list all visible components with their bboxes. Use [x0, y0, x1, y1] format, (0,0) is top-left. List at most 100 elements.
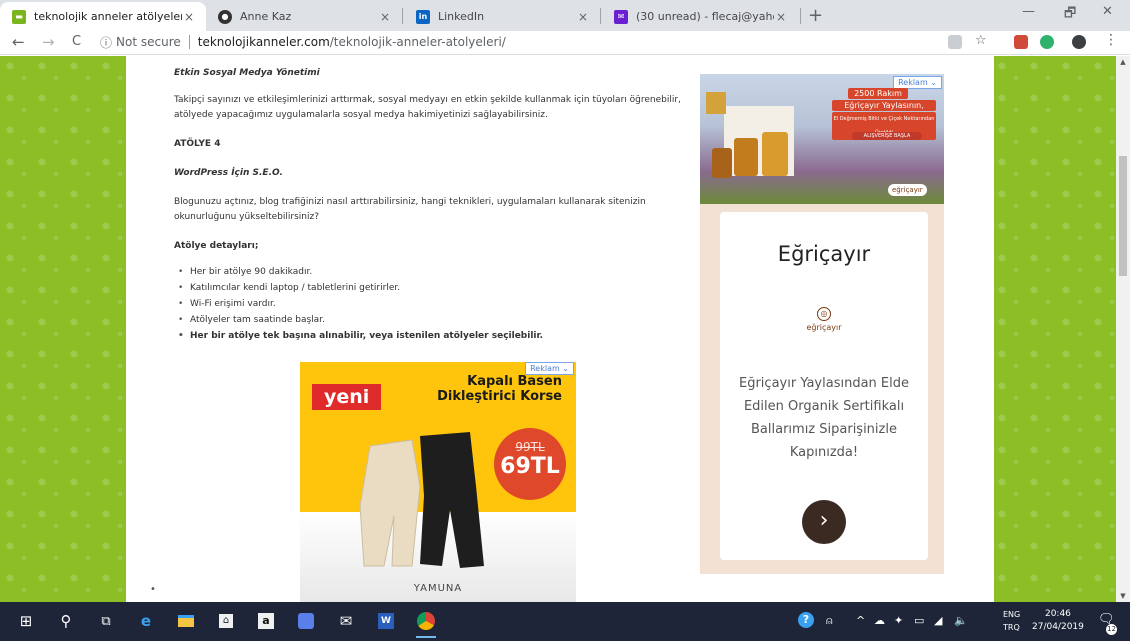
extension-green-icon[interactable] [1040, 35, 1054, 49]
tab-close-icon[interactable]: × [576, 10, 590, 24]
logo-text: eğriçayır [806, 323, 842, 332]
mail-icon[interactable]: ✉ [334, 610, 358, 632]
tab-strip: ▬ teknolojik anneler atölyeleri × ● Anne… [0, 0, 1130, 31]
show-hidden-icons-icon[interactable]: ^ [856, 614, 865, 627]
social-media-paragraph: Takipçi sayınızı ve etkileşimlerinizi ar… [174, 95, 681, 120]
article-body: Etkin Sosyal Medya Yönetimi Takipçi sayı… [174, 66, 694, 344]
clock-date: 27/04/2019 [1032, 622, 1084, 632]
banner-headline: Eğriçayır Yaylasının, [832, 100, 936, 111]
notification-count: 12 [1106, 624, 1117, 635]
scroll-up-arrow-icon[interactable]: ▲ [1116, 58, 1130, 66]
tab-divider [600, 8, 601, 24]
ad-title: Kapalı Basen Dikleştirici Korse [437, 374, 562, 404]
price-badge: 99TL 69TL [494, 428, 566, 500]
menu-kebab-icon[interactable]: ⋮ [1104, 32, 1118, 48]
banner-altitude: 2500 Rakım [848, 88, 908, 99]
people-icon[interactable]: ⍝ [826, 614, 833, 628]
language-indicator[interactable]: ENG TRQ [1003, 608, 1020, 634]
clock-time: 20:46 [1044, 609, 1071, 619]
forward-button[interactable]: → [42, 33, 55, 51]
tab-close-icon[interactable]: × [182, 10, 196, 24]
restore-button[interactable]: 🗗 [1064, 4, 1076, 26]
shop-now-button[interactable]: ALIŞVERİŞE BAŞLA [852, 132, 922, 140]
tab-anne-kaz[interactable]: ● Anne Kaz × [206, 2, 402, 31]
scrollbar-thumb[interactable] [1119, 156, 1127, 276]
teams-icon[interactable] [294, 610, 318, 632]
dropbox-icon[interactable]: ✦ [894, 614, 903, 627]
brand-logo: ◎ eğriçayır [720, 307, 928, 332]
details-list: Her bir atölye 90 dakikadır. Katılımcıla… [178, 264, 694, 344]
tab-teknolojik-anneler[interactable]: ▬ teknolojik anneler atölyeleri × [0, 2, 206, 31]
bookmark-star-icon[interactable]: ☆ [975, 33, 989, 48]
volume-icon[interactable]: 🔈 [954, 614, 968, 627]
honey-advertisement[interactable]: Reklam ⌄ 2500 Rakım Eğriçayır Yaylasının… [700, 74, 944, 574]
content-column: Etkin Sosyal Medya Yönetimi Takipçi sayı… [126, 56, 994, 602]
back-button[interactable]: ← [12, 33, 25, 51]
workshop-heading: ATÖLYE 4 [174, 139, 221, 149]
clock[interactable]: 20:46 27/04/2019 [1032, 608, 1084, 634]
language-primary: ENG [1003, 610, 1021, 619]
old-price: 99TL [515, 440, 545, 454]
task-view-icon[interactable]: ⧉ [94, 610, 118, 632]
honey-banner-image: Reklam ⌄ 2500 Rakım Eğriçayır Yaylasının… [700, 74, 944, 204]
tab-divider [800, 8, 801, 24]
info-icon[interactable]: ⓘ [100, 34, 112, 51]
security-indicator: Not secure [116, 35, 181, 49]
tab-close-icon[interactable]: × [378, 10, 392, 24]
tab-title: Anne Kaz [240, 10, 292, 23]
anne-kaz-favicon-icon: ● [218, 9, 232, 24]
page-scrollbar[interactable]: ▲ ▼ [1116, 56, 1130, 602]
banner-logo: eğriçayır [888, 184, 927, 196]
reload-button[interactable]: C [72, 34, 81, 49]
honey-logo-icon: ◎ [817, 307, 831, 321]
arrow-right-button[interactable]: › [802, 500, 846, 544]
tab-linkedin[interactable]: in LinkedIn × [404, 2, 600, 31]
page-viewport: Etkin Sosyal Medya Yönetimi Takipçi sayı… [0, 56, 1116, 602]
brand-logo: YAMUNA [413, 583, 463, 594]
close-window-button[interactable]: ✕ [1102, 4, 1113, 19]
social-media-heading: Etkin Sosyal Medya Yönetimi [174, 68, 320, 78]
details-heading: Atölye detayları; [174, 241, 259, 251]
list-item: Wi-Fi erişimi vardır. [178, 296, 694, 312]
url-path: /teknolojik-anneler-atolyeleri/ [329, 35, 506, 49]
edge-icon[interactable]: e [134, 610, 158, 632]
word-icon[interactable]: W [374, 610, 398, 632]
tab-yahoo-mail[interactable]: ✉ (30 unread) - flecaj@yahoo.com × [602, 2, 798, 31]
seo-heading: WordPress İçin S.E.O. [174, 168, 283, 178]
new-tab-button[interactable]: + [808, 5, 823, 26]
list-item: Her bir atölye tek başına alınabilir, ve… [178, 328, 694, 344]
ad-description: Eğriçayır Yaylasından Elde Edilen Organi… [739, 376, 909, 460]
honey-card: Eğriçayır ◎ eğriçayır Eğriçayır Yaylasın… [720, 212, 928, 560]
file-explorer-icon[interactable] [174, 610, 198, 632]
tab-close-icon[interactable]: × [774, 10, 788, 24]
windows-start-icon[interactable]: ⊞ [14, 610, 38, 632]
extension-pdf-icon[interactable] [1014, 35, 1028, 49]
address-bar[interactable]: ⓘ Not secure teknolojikanneler.com /tekn… [100, 31, 900, 53]
amazon-icon[interactable]: a [254, 610, 278, 632]
minimize-button[interactable]: — [1022, 4, 1035, 19]
network-icon[interactable]: ◢ [934, 614, 942, 627]
store-icon[interactable]: ⌂ [214, 610, 238, 632]
new-tag: yeni [312, 384, 382, 410]
omnibox-divider [188, 35, 190, 49]
browser-toolbar: ← → C ⓘ Not secure teknolojikanneler.com… [0, 31, 1130, 55]
tab-title: (30 unread) - flecaj@yahoo.com [636, 10, 774, 23]
honey-jars-image [706, 92, 794, 178]
help-icon[interactable]: ? [798, 612, 814, 628]
list-item: Atölyeler tam saatinde başlar. [178, 312, 694, 328]
translate-icon[interactable] [948, 35, 962, 49]
list-item: Katılımcılar kendi laptop / tabletlerini… [178, 280, 694, 296]
search-icon[interactable]: ⚲ [54, 610, 78, 632]
battery-icon[interactable]: ▭ [914, 614, 924, 627]
scroll-down-arrow-icon[interactable]: ▼ [1116, 592, 1130, 600]
cloud-icon[interactable]: ☁ [874, 614, 885, 627]
brand-name: Eğriçayır [777, 242, 871, 266]
profile-avatar-icon[interactable] [1072, 35, 1086, 49]
seo-paragraph: Blogunuzu açtınız, blog trafiğinizi nası… [174, 197, 646, 222]
corset-advertisement[interactable]: Reklam ⌄ yeni Kapalı Basen Dikleştirici … [300, 362, 576, 602]
chrome-icon[interactable] [414, 610, 438, 638]
list-item: Her bir atölye 90 dakikadır. [178, 264, 694, 280]
url-host: teknolojikanneler.com [197, 35, 330, 49]
sale-price: 69TL [500, 454, 560, 479]
mail-envelope-icon: ✉ [614, 9, 628, 24]
